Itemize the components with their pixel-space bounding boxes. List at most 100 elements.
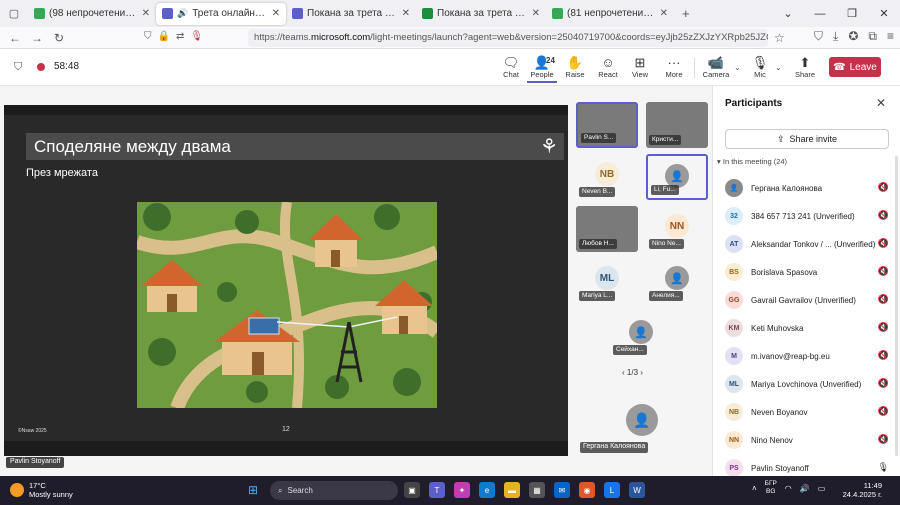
forward-icon[interactable]: →: [26, 31, 48, 45]
forms-favicon-icon: [292, 8, 303, 19]
browser-tab-active[interactable]: 🔊 Трета онлайн информаци ✕: [156, 2, 286, 25]
close-tab-icon[interactable]: ✕: [272, 8, 280, 19]
avatar: 32: [725, 207, 743, 225]
close-tab-icon[interactable]: ✕: [142, 8, 150, 19]
language-indicator[interactable]: БГР BG: [765, 480, 777, 496]
list-item[interactable]: GG Gavrail Gavrailov (Unverified) 🔇: [713, 286, 900, 314]
address-bar[interactable]: https://teams. microsoft.com/light-meetin…: [248, 28, 768, 47]
chevron-up-icon[interactable]: ˄: [752, 484, 757, 493]
volume-icon[interactable]: 🔊: [800, 484, 810, 493]
list-item[interactable]: NN Nino Nenov 🔇: [713, 426, 900, 454]
more-button[interactable]: ··· More: [659, 55, 689, 79]
browser-nav-bar: ← → ↻ ⛉ 🔒 ⇄ 🎙 https://teams. microsoft.co…: [0, 27, 900, 49]
slide-page-number: 12: [282, 426, 290, 433]
lock-icon[interactable]: 🔒: [158, 31, 170, 42]
chat-icon: 🗨: [502, 55, 520, 70]
participant-tile[interactable]: NN Nino Ne...: [646, 206, 708, 252]
list-item[interactable]: 32 384 657 713 241 (Unverified) 🔇: [713, 202, 900, 230]
forms-favicon-icon: [422, 8, 433, 19]
chevron-right-icon[interactable]: ›: [640, 368, 643, 377]
toolbar-divider: [694, 58, 695, 78]
pocket-icon[interactable]: ⛉: [814, 29, 823, 44]
chevron-left-icon[interactable]: ‹: [622, 368, 625, 377]
mic-off-icon: 🔇: [877, 210, 889, 220]
extension-icon[interactable]: ✪: [848, 29, 858, 44]
taskbar-clock[interactable]: 11:49 24.4.2025 г.: [843, 481, 882, 499]
task-view-icon[interactable]: ▣: [404, 482, 420, 498]
copilot-icon[interactable]: ✦: [454, 482, 470, 498]
participant-tile[interactable]: Любов Н...: [576, 206, 638, 252]
speaker-icon[interactable]: 🔊: [177, 8, 188, 19]
file-explorer-icon[interactable]: ▬: [504, 482, 520, 498]
avatar: AT: [725, 235, 743, 253]
minimize-icon[interactable]: —: [804, 8, 836, 20]
leave-button[interactable]: ☎ Leave: [829, 57, 881, 77]
participant-tile[interactable]: NB Neven B...: [576, 154, 638, 200]
section-header[interactable]: ▾ In this meeting (24): [717, 157, 787, 166]
participant-tile[interactable]: Pavlin S...: [576, 102, 638, 148]
extensions-puzzle-icon[interactable]: ⧉: [868, 29, 877, 44]
camera-button[interactable]: 📹 Camera: [701, 55, 731, 79]
view-button[interactable]: ⊞ View: [625, 55, 655, 79]
share-invite-button[interactable]: ⇪ Share invite: [725, 129, 889, 149]
list-item[interactable]: KM Keti Muhovska 🔇: [713, 314, 900, 342]
browser-tab[interactable]: Покана за трета онлайн инфо ✕: [416, 3, 546, 25]
participant-tile[interactable]: Кристи...: [646, 102, 708, 148]
close-icon[interactable]: ✕: [876, 96, 886, 110]
restore-icon[interactable]: ❐: [836, 7, 868, 20]
camera-options-chevron-icon[interactable]: ⌄: [734, 63, 741, 72]
camera-icon: 📹: [707, 55, 725, 70]
raise-hand-button[interactable]: ✋ Raise: [560, 55, 590, 79]
list-item[interactable]: M m.ivanov@reap-bg.eu 🔇: [713, 342, 900, 370]
weather-widget[interactable]: 17°C Mostly sunny: [10, 481, 73, 499]
avatar: ML: [595, 266, 619, 290]
outlook-icon[interactable]: ✉: [554, 482, 570, 498]
people-button[interactable]: 👤 24 People: [527, 55, 557, 83]
list-item[interactable]: 👤 Гергана Калоянова 🔇: [713, 174, 900, 202]
list-item[interactable]: AT Aleksandar Tonkov / ... (Unverified) …: [713, 230, 900, 258]
participant-tile-large[interactable]: 👤 Гергана Калоянова: [576, 386, 708, 456]
list-item[interactable]: BS Borislava Spasova 🔇: [713, 258, 900, 286]
word-icon[interactable]: W: [629, 482, 645, 498]
tab-overview-icon[interactable]: ▢: [0, 7, 28, 20]
list-item[interactable]: ML Mariya Lovchinova (Unverified) 🔇: [713, 370, 900, 398]
chat-button[interactable]: 🗨 Chat: [496, 55, 526, 79]
list-tabs-icon[interactable]: ⌄: [772, 7, 804, 20]
menu-icon[interactable]: ≡: [887, 29, 894, 44]
firefox-icon[interactable]: ◉: [579, 482, 595, 498]
mic-off-icon: 🔇: [877, 266, 889, 276]
battery-icon[interactable]: ▭: [818, 484, 826, 493]
browser-tab[interactable]: (98 непрочетени) - АЕВ поща ✕: [28, 3, 156, 25]
mic-button[interactable]: 🎙 Mic: [745, 55, 775, 79]
tracking-shield-icon[interactable]: ⛉: [144, 31, 152, 42]
edge-icon[interactable]: e: [479, 482, 495, 498]
participant-tile[interactable]: 👤 Анелия...: [646, 258, 708, 304]
wifi-icon[interactable]: ◠: [785, 484, 792, 493]
browser-tab[interactable]: (81 непрочетени) - АЕВ поща ✕: [546, 3, 674, 25]
microphone-permission-icon[interactable]: 🎙: [190, 31, 203, 42]
participants-scrollbar[interactable]: [895, 156, 898, 456]
close-tab-icon[interactable]: ✕: [660, 8, 668, 19]
close-window-icon[interactable]: ✕: [868, 7, 900, 20]
bookmark-star-icon[interactable]: ☆: [774, 31, 785, 45]
participant-tile-selected[interactable]: 👤 Li, Fu...: [646, 154, 708, 200]
participant-tile[interactable]: 👤 Сейхан...: [610, 312, 672, 358]
react-button[interactable]: ☺ React: [593, 55, 623, 79]
new-tab-button[interactable]: +: [682, 6, 690, 21]
back-icon[interactable]: ←: [4, 31, 26, 45]
participant-tile[interactable]: ML Mariya L...: [576, 258, 638, 304]
mic-options-chevron-icon[interactable]: ⌄: [775, 63, 782, 72]
share-button[interactable]: ⬆ Share: [790, 55, 820, 79]
store-icon[interactable]: ▦: [529, 482, 545, 498]
l-app-icon[interactable]: L: [604, 482, 620, 498]
taskbar-search[interactable]: ⌕ Search: [270, 481, 398, 500]
browser-tab[interactable]: Покана за трета онлайн инфо ✕: [286, 3, 416, 25]
windows-start-icon[interactable]: ⊞: [248, 483, 258, 497]
download-icon[interactable]: ⤓: [833, 29, 838, 44]
close-tab-icon[interactable]: ✕: [402, 8, 410, 19]
permissions-icon[interactable]: ⇄: [176, 31, 184, 42]
close-tab-icon[interactable]: ✕: [532, 8, 540, 19]
list-item[interactable]: NB Neven Boyanov 🔇: [713, 398, 900, 426]
reload-icon[interactable]: ↻: [48, 31, 70, 45]
teams-icon[interactable]: T: [429, 482, 445, 498]
